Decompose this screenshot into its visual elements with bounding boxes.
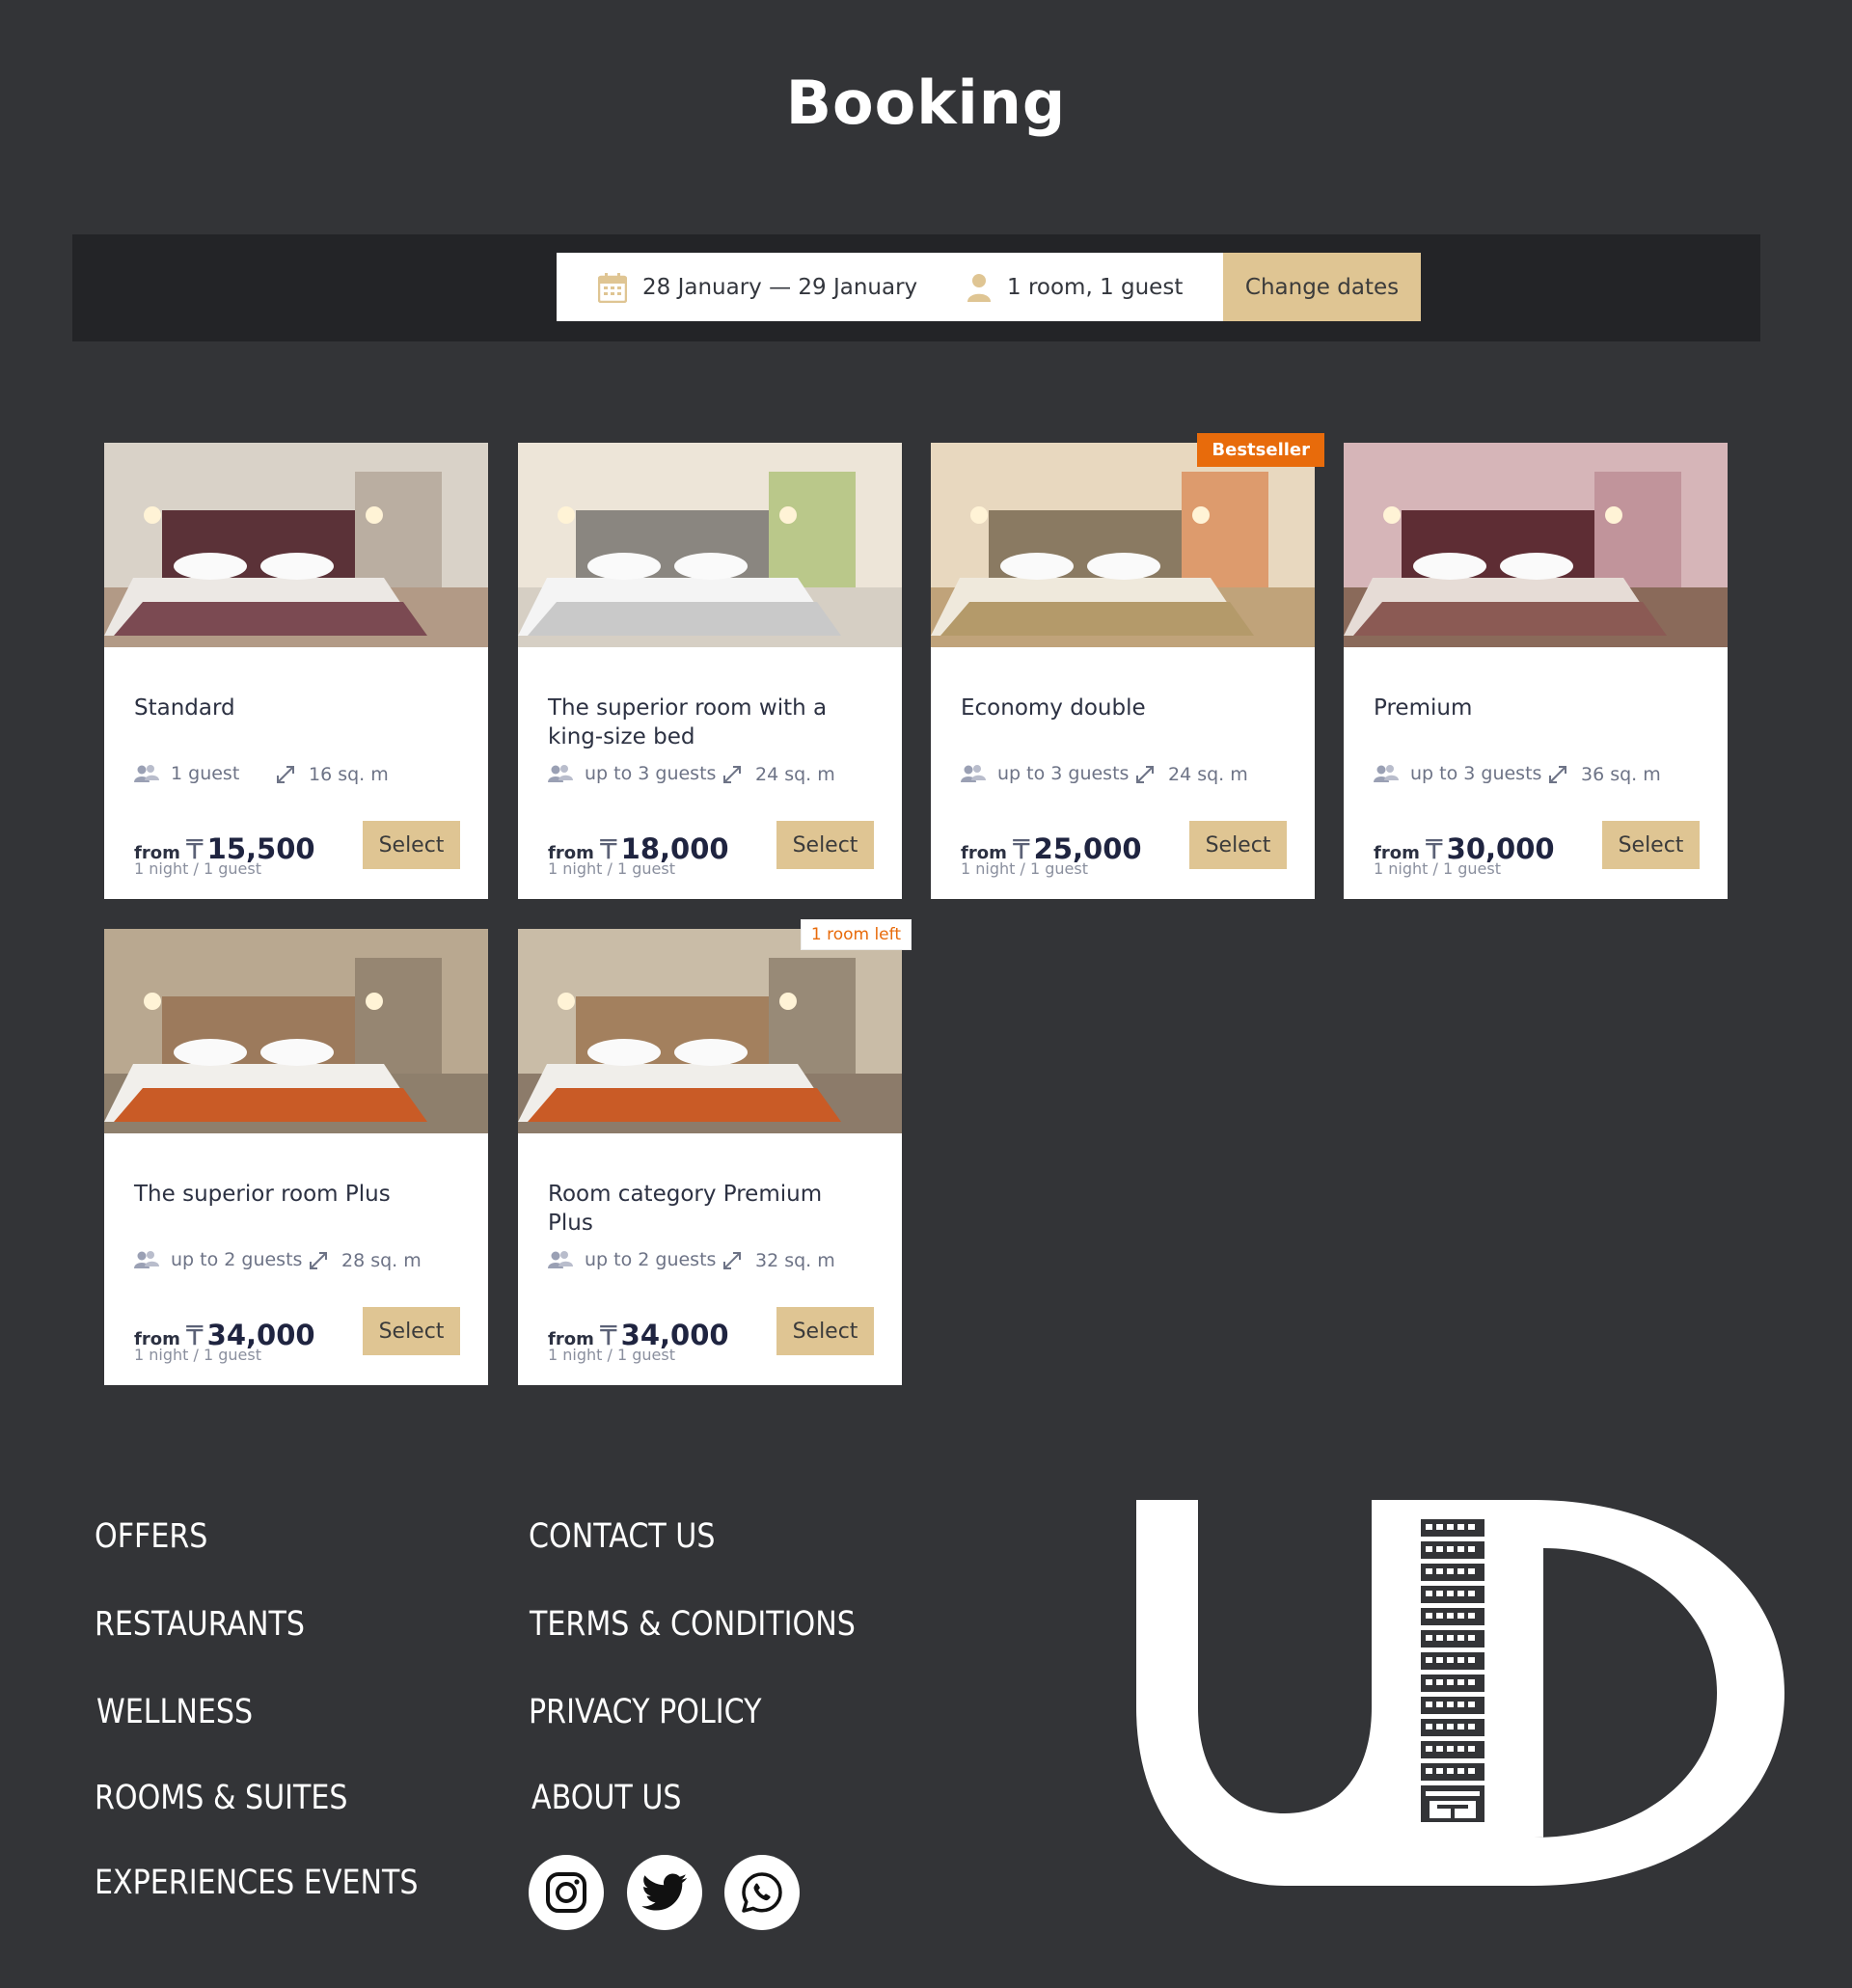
room-capacity: up to 3 guests bbox=[1374, 763, 1541, 784]
date-range-text: 28 January — 29 January bbox=[642, 274, 918, 300]
room-photo[interactable] bbox=[518, 443, 902, 647]
guest-selector[interactable]: 1 room, 1 guest bbox=[967, 253, 1183, 321]
capacity-text: up to 3 guests bbox=[997, 763, 1130, 784]
room-name[interactable]: Premium bbox=[1374, 694, 1692, 722]
room-photo[interactable] bbox=[1344, 443, 1728, 647]
availability-badge: 1 room left bbox=[800, 919, 912, 950]
select-room-button[interactable]: Select bbox=[776, 821, 874, 869]
select-room-button[interactable]: Select bbox=[363, 821, 460, 869]
area-text: 36 sq. m bbox=[1581, 764, 1661, 785]
room-capacity: up to 2 guests bbox=[548, 1249, 716, 1270]
price-basis: 1 night / 1 guest bbox=[1374, 859, 1501, 878]
guests-icon bbox=[134, 764, 159, 783]
room-card[interactable]: 1 room left Room category Premium Plus up … bbox=[518, 919, 912, 1385]
footer-link-wellness[interactable]: WELLNESS bbox=[96, 1693, 253, 1731]
area-text: 32 sq. m bbox=[755, 1250, 835, 1271]
guests-icon bbox=[548, 1250, 573, 1269]
price-basis: 1 night / 1 guest bbox=[134, 859, 261, 878]
instagram-icon[interactable] bbox=[529, 1855, 604, 1930]
capacity-text: up to 3 guests bbox=[585, 763, 717, 784]
footer-link-contact-us[interactable]: CONTACT US bbox=[529, 1517, 715, 1556]
guests-icon bbox=[1374, 764, 1399, 783]
area-text: 24 sq. m bbox=[1168, 764, 1248, 785]
room-card[interactable]: Bestseller Economy double up to 3 guests 24… bbox=[931, 433, 1324, 899]
room-name[interactable]: Standard bbox=[134, 694, 452, 722]
room-capacity: up to 2 guests bbox=[134, 1249, 302, 1270]
price-basis: 1 night / 1 guest bbox=[961, 859, 1088, 878]
room-area: 24 sq. m bbox=[721, 763, 835, 786]
capacity-text: up to 2 guests bbox=[585, 1249, 717, 1270]
area-text: 28 sq. m bbox=[341, 1250, 422, 1271]
resize-icon bbox=[274, 763, 297, 786]
room-photo[interactable] bbox=[104, 929, 488, 1133]
hotel-logo bbox=[1129, 1500, 1794, 1894]
resize-icon bbox=[307, 1249, 330, 1272]
room-capacity: up to 3 guests bbox=[548, 763, 716, 784]
price-basis: 1 night / 1 guest bbox=[548, 859, 675, 878]
room-card[interactable]: The superior room Plus up to 2 guests 28 s… bbox=[104, 929, 488, 1385]
resize-icon bbox=[1546, 763, 1569, 786]
footer-link-privacy[interactable]: PRIVACY POLICY bbox=[529, 1693, 761, 1731]
room-photo[interactable] bbox=[931, 443, 1315, 647]
footer-link-restaurants[interactable]: RESTAURANTS bbox=[95, 1605, 305, 1644]
person-icon bbox=[967, 273, 992, 302]
room-area: 28 sq. m bbox=[307, 1249, 422, 1272]
capacity-text: up to 2 guests bbox=[171, 1249, 303, 1270]
room-area: 24 sq. m bbox=[1133, 763, 1248, 786]
capacity-text: up to 3 guests bbox=[1410, 763, 1542, 784]
price-basis: 1 night / 1 guest bbox=[548, 1346, 675, 1364]
resize-icon bbox=[721, 1249, 744, 1272]
footer-link-offers[interactable]: OFFERS bbox=[95, 1517, 207, 1556]
search-box[interactable]: 28 January — 29 January 1 room, 1 guest bbox=[557, 253, 1224, 321]
room-card[interactable]: Premium up to 3 guests 36 sq. m from ₸ 30,000… bbox=[1344, 443, 1728, 899]
guests-icon bbox=[134, 1250, 159, 1269]
room-name[interactable]: Economy double bbox=[961, 694, 1279, 722]
guests-icon bbox=[548, 764, 573, 783]
select-room-button[interactable]: Select bbox=[1602, 821, 1700, 869]
room-photo[interactable] bbox=[104, 443, 488, 647]
twitter-icon[interactable] bbox=[627, 1855, 702, 1930]
bestseller-badge: Bestseller bbox=[1197, 433, 1324, 467]
room-capacity: 1 guest bbox=[134, 763, 239, 784]
page-title: Booking bbox=[785, 68, 1067, 138]
room-area: 32 sq. m bbox=[721, 1249, 835, 1272]
room-capacity: up to 3 guests bbox=[961, 763, 1129, 784]
change-dates-button[interactable]: Change dates bbox=[1223, 253, 1421, 321]
room-area: 16 sq. m bbox=[274, 763, 389, 786]
room-name[interactable]: The superior room with a king-size bed bbox=[548, 694, 866, 751]
guests-icon bbox=[961, 764, 986, 783]
capacity-text: 1 guest bbox=[171, 763, 240, 784]
room-card[interactable]: Standard 1 guest 16 sq. m from ₸ 15,500 1 nigh… bbox=[104, 443, 488, 899]
room-card[interactable]: The superior room with a king-size bed up… bbox=[518, 443, 902, 899]
room-area: 36 sq. m bbox=[1546, 763, 1661, 786]
resize-icon bbox=[1133, 763, 1157, 786]
room-photo[interactable] bbox=[518, 929, 902, 1133]
select-room-button[interactable]: Select bbox=[1189, 821, 1287, 869]
whatsapp-icon[interactable] bbox=[724, 1855, 800, 1930]
footer-link-terms[interactable]: TERMS & CONDITIONS bbox=[530, 1605, 856, 1644]
calendar-icon bbox=[598, 272, 627, 303]
footer-link-experiences-events[interactable]: EXPERIENCES EVENTS bbox=[95, 1864, 418, 1902]
room-name[interactable]: Room category Premium Plus bbox=[548, 1180, 866, 1238]
area-text: 24 sq. m bbox=[755, 764, 835, 785]
select-room-button[interactable]: Select bbox=[363, 1307, 460, 1355]
resize-icon bbox=[721, 763, 744, 786]
room-name[interactable]: The superior room Plus bbox=[134, 1180, 452, 1209]
area-text: 16 sq. m bbox=[309, 764, 389, 785]
footer-link-rooms-suites[interactable]: ROOMS & SUITES bbox=[95, 1779, 348, 1817]
date-range[interactable]: 28 January — 29 January bbox=[598, 253, 917, 321]
search-bar: 28 January — 29 January 1 room, 1 guest … bbox=[72, 234, 1760, 341]
guest-text: 1 room, 1 guest bbox=[1007, 274, 1184, 300]
select-room-button[interactable]: Select bbox=[776, 1307, 874, 1355]
footer-link-about-us[interactable]: ABOUT US bbox=[531, 1779, 682, 1817]
price-basis: 1 night / 1 guest bbox=[134, 1346, 261, 1364]
